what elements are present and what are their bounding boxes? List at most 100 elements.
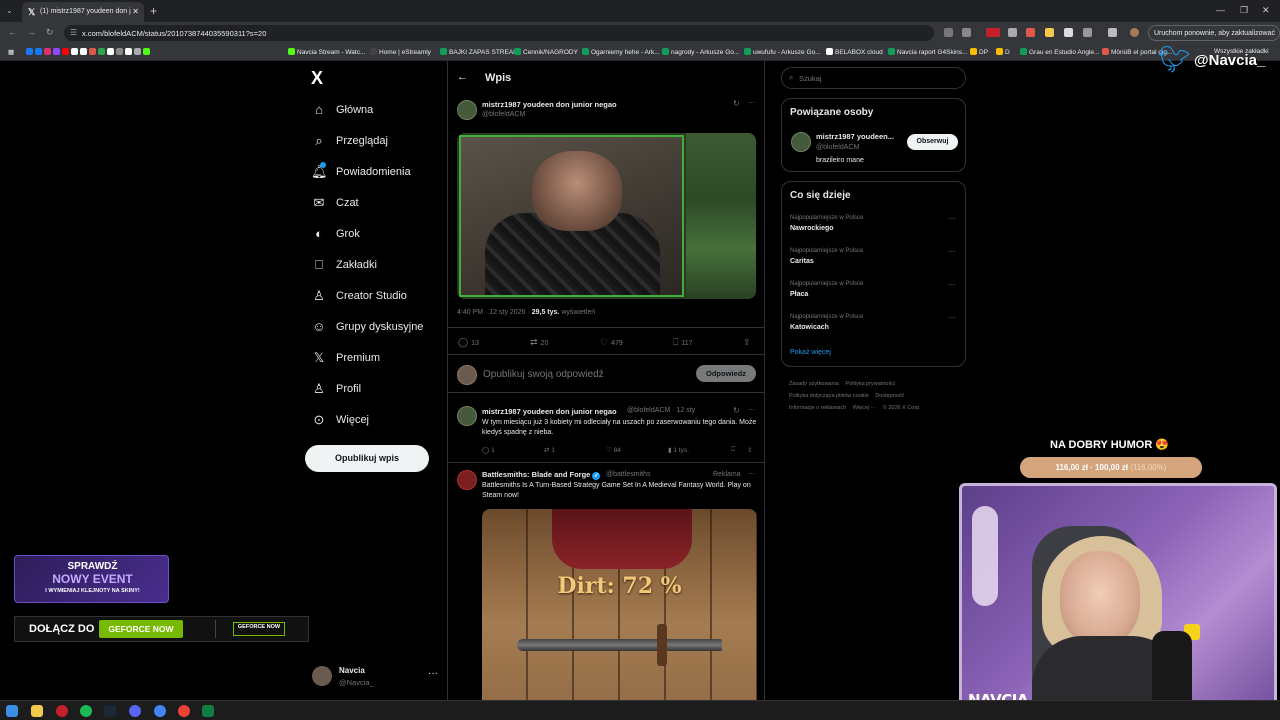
bookmark-item[interactable]: BELABOX cloud [826, 48, 883, 56]
extension-icon[interactable] [1026, 28, 1035, 37]
trend-item[interactable]: Caritas [790, 258, 814, 265]
nav-chat[interactable]: ✉ Czat [311, 195, 441, 219]
trend-more-icon[interactable]: ··· [948, 247, 956, 256]
publish-post-button[interactable]: Opublikuj wpis [305, 445, 429, 472]
reply-replies[interactable]: ◯ 1 [482, 446, 495, 454]
footer-link[interactable]: Polityka dotycząca plików cookie [789, 393, 869, 399]
bookmark-icon[interactable]: ⎕ [731, 446, 735, 454]
bookmark-action[interactable]: ⎕ 117 [673, 337, 693, 348]
bookmark-item[interactable]: uwufufu - Arkusze Go... [744, 48, 821, 56]
nav-grok[interactable]: ◐ Grok [311, 226, 441, 250]
trend-more-icon[interactable]: ··· [948, 280, 956, 289]
reply-more-icon[interactable]: ··· [747, 405, 755, 414]
profile-avatar[interactable] [1130, 28, 1139, 37]
share-icon[interactable]: ⇪ [743, 337, 754, 348]
reply-button[interactable]: Odpowiedz [696, 365, 756, 382]
trend-item[interactable]: Nawrockiego [790, 225, 834, 232]
related-name[interactable]: mistrz1987 youdeen... [816, 132, 894, 141]
footer-link[interactable]: Polityka prywatności [845, 381, 895, 387]
maximize-icon[interactable]: ❐ [1240, 5, 1248, 16]
author-handle[interactable]: @blofeldACM [482, 111, 525, 118]
trend-more-icon[interactable]: ··· [948, 214, 956, 223]
bookmark-item[interactable]: BAJKI ZAPAS STREAM [440, 48, 519, 56]
bookmark-item[interactable]: Grau en Estudio Angle... [1020, 48, 1099, 56]
reply-avatar[interactable] [457, 406, 477, 426]
bookmark-item[interactable]: D [996, 48, 1010, 56]
ad-author[interactable]: Battlesmiths: Blade and Forge ✓ [482, 470, 601, 480]
search-input[interactable]: ⌕ Szukaj [781, 67, 966, 89]
reply-reposts[interactable]: ⇄ 1 [544, 446, 555, 454]
trend-item[interactable]: Katowicach [790, 324, 829, 331]
footer-link[interactable]: Informacje o reklamach [789, 405, 846, 411]
footer-link[interactable]: Zasady użytkowania [789, 381, 839, 387]
bookmark-item[interactable]: Navcia Stream - Watc... [288, 48, 365, 56]
follow-button[interactable]: Obserwuj [907, 134, 958, 150]
ad-more-icon[interactable]: ··· [747, 469, 755, 478]
nav-bookmarks[interactable]: ⎕ Zakładki [311, 257, 441, 281]
nav-profile[interactable]: ♙ Profil [311, 381, 441, 405]
spotify-icon[interactable] [80, 705, 92, 717]
reply-likes[interactable]: ♡ 84 [606, 446, 621, 454]
new-tab-icon[interactable]: + [150, 4, 157, 18]
extension-icon[interactable] [1008, 28, 1017, 37]
reply-author[interactable]: mistrz1987 youdeen don junior negao [482, 407, 617, 416]
trend-item[interactable]: Płaca [790, 291, 808, 298]
nav-notifications[interactable]: 🔔︎ Powiadomienia [311, 162, 441, 188]
chrome-icon[interactable] [154, 705, 166, 717]
related-handle[interactable]: @blofeldACM [816, 144, 859, 151]
nav-creator-studio[interactable]: ♙ Creator Studio [311, 288, 441, 312]
author-name[interactable]: mistrz1987 youdeen don junior negao [482, 100, 617, 109]
bookmark-item[interactable]: DP [970, 48, 988, 56]
nav-premium[interactable]: 𝕏 Premium [311, 350, 441, 374]
post-more-icon[interactable]: ··· [747, 98, 755, 107]
update-chrome-button[interactable]: Uruchom ponownie, aby zaktualizować [1148, 25, 1280, 41]
trend-more-icon[interactable]: ··· [948, 313, 956, 322]
site-info-icon[interactable]: ☰ [70, 28, 77, 37]
grok-explain-icon[interactable]: ↻ [733, 99, 740, 108]
steam-icon[interactable] [104, 705, 116, 717]
grok-explain-icon[interactable]: ↻ [733, 406, 740, 415]
discord-icon[interactable] [129, 705, 141, 717]
bookmark-item[interactable]: nagrody - Arkusze Go... [662, 48, 739, 56]
excel-icon[interactable] [202, 705, 214, 717]
extension-badge-icon[interactable] [986, 28, 1000, 37]
opera-icon[interactable] [56, 705, 68, 717]
ad-image[interactable]: Dirt: 72 % [482, 509, 757, 720]
apps-icon[interactable]: ▦ [8, 48, 14, 56]
chrome-profile-icon[interactable] [178, 705, 190, 717]
author-avatar[interactable] [457, 100, 477, 120]
nav-explore[interactable]: ⌕ Przeglądaj [311, 133, 441, 157]
related-avatar[interactable] [791, 132, 811, 152]
bookmark-item[interactable]: Cennik/NAGRODY [514, 48, 578, 56]
x-logo[interactable]: X [311, 68, 323, 89]
share-icon[interactable]: ⇪ [747, 446, 752, 454]
browser-tab[interactable]: 𝕏 (1) mistrz1987 youdeen don j ✕ [22, 2, 144, 22]
extensions-puzzle-icon[interactable] [1083, 28, 1092, 37]
footer-link[interactable]: Więcej ··· [853, 405, 877, 411]
ad-avatar[interactable] [457, 470, 477, 490]
post-video[interactable] [457, 133, 756, 299]
extension-icon[interactable] [1064, 28, 1073, 37]
footer-link[interactable]: Dostępność [875, 393, 904, 399]
nav-communities[interactable]: ☺ Grupy dyskusyjne [311, 319, 441, 343]
close-tab-icon[interactable]: ✕ [132, 7, 139, 16]
star-icon[interactable] [962, 28, 971, 37]
back-nav-icon[interactable]: ← [8, 27, 17, 37]
reply-input[interactable]: Opublikuj swoją odpowiedź [483, 369, 604, 380]
forward-nav-icon[interactable]: → [27, 27, 36, 37]
side-panel-icon[interactable] [1108, 28, 1117, 37]
show-more-link[interactable]: Pokaż więcej [790, 349, 831, 356]
reload-icon[interactable]: ↻ [46, 27, 54, 38]
account-switcher[interactable]: Navcia @Navcia_ ··· [312, 664, 440, 690]
reply-views[interactable]: ▮ 1 tys. [668, 446, 689, 454]
reply-handle-time[interactable]: @blofeldACM · 12 sty [627, 407, 695, 414]
bookmark-item[interactable]: Ogarniemy hehe - Ark... [582, 48, 660, 56]
extension-icon[interactable] [1045, 28, 1054, 37]
bookmark-item[interactable]: Navcia raport G4Skins... [888, 48, 967, 56]
repost-action[interactable]: ⇄ 20 [530, 337, 548, 348]
cast-icon[interactable] [944, 28, 953, 37]
minimize-icon[interactable]: — [1216, 5, 1225, 15]
reply-action[interactable]: ◯ 13 [458, 337, 479, 348]
bookmark-item[interactable]: Home | eStreamly [370, 48, 431, 56]
back-arrow-icon[interactable]: ← [457, 71, 468, 83]
